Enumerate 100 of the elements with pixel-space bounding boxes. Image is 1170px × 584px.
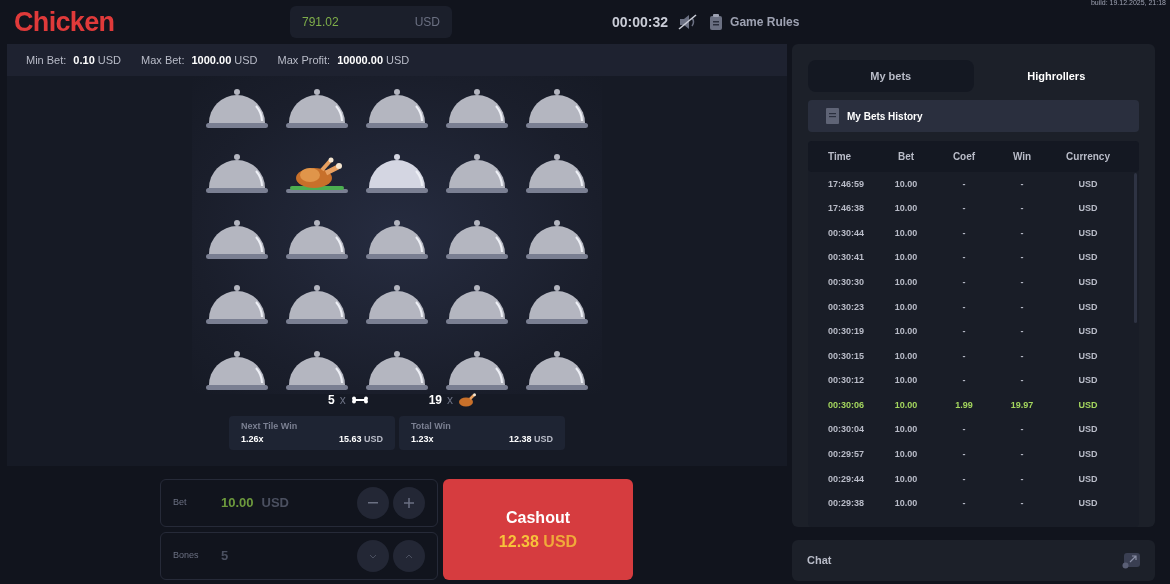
column-header: Currency — [1065, 150, 1111, 164]
plus-icon — [404, 498, 414, 508]
chat-title: Chat — [807, 553, 832, 569]
table-cell-text: - — [961, 349, 967, 363]
cloche-icon[interactable] — [205, 349, 268, 392]
limit-value: 0.10 USD — [73, 52, 122, 68]
sound-muted-icon[interactable] — [678, 14, 699, 30]
table-cell-text: USD — [1077, 472, 1099, 486]
win-coef: 1.23x — [411, 433, 434, 446]
tab[interactable]: Highrollers — [973, 60, 1139, 92]
bones-label: Bones — [173, 549, 200, 563]
table-cell-text: USD — [1077, 374, 1099, 388]
receipt-icon — [826, 108, 839, 124]
balance-amount: 791.02 — [302, 14, 339, 31]
table-cell-text: - — [1019, 226, 1025, 240]
cloche-icon[interactable] — [205, 88, 268, 130]
table-cell-text: 00:30:12 — [827, 374, 866, 388]
cloche-icon[interactable] — [285, 284, 348, 327]
cloche-icon[interactable] — [526, 153, 589, 196]
bet-field[interactable]: Bet 10.00 USD — [160, 479, 438, 527]
limit-label: Min Bet: — [26, 52, 67, 68]
column-header: Time — [827, 150, 853, 164]
table-cell-text: - — [1019, 472, 1025, 486]
table-cell-text: - — [1019, 423, 1025, 437]
cloche-icon[interactable] — [205, 218, 268, 261]
cloche-icon[interactable] — [205, 153, 268, 196]
table-cell-text: USD — [1077, 202, 1099, 216]
bone-icon — [350, 396, 369, 404]
cloche-icon[interactable] — [366, 153, 428, 196]
table-cell-text: 00:30:06 — [827, 398, 866, 412]
cloche-icon[interactable] — [366, 218, 428, 261]
table-cell-text: 10.00 — [893, 349, 919, 363]
history-title: My Bets History — [847, 109, 923, 124]
expand-icon[interactable] — [1122, 552, 1140, 569]
table-cell-text: - — [961, 300, 967, 314]
increase-button[interactable] — [393, 487, 425, 519]
table-cell-text: USD — [1077, 300, 1099, 314]
minus-icon — [368, 502, 378, 504]
table-cell-text: USD — [1077, 177, 1099, 191]
table-cell-text: USD — [1077, 398, 1099, 412]
cashout-button[interactable]: Cashout 12.38 USD — [443, 479, 633, 580]
cloche-icon[interactable] — [526, 349, 589, 392]
table-cell-text: - — [1019, 275, 1025, 289]
table-cell-text: USD — [1077, 226, 1099, 240]
table-cell-text: 1.99 — [954, 398, 974, 412]
win-amount: 15.63 USD — [338, 433, 383, 446]
cloche-icon[interactable] — [526, 284, 589, 327]
cloche-icon[interactable] — [366, 349, 428, 392]
cloche-icon[interactable] — [446, 153, 509, 196]
table-cell-text: 00:30:44 — [827, 226, 866, 240]
cloche-icon[interactable] — [446, 218, 509, 261]
bet-value: 10.00 — [221, 494, 254, 513]
table-cell-text: 10.00 — [893, 202, 919, 216]
table-cell-text: - — [961, 472, 967, 486]
cloche-icon[interactable] — [446, 349, 509, 392]
column-header: Win — [1011, 150, 1033, 164]
table-cell-text: 10.00 — [893, 448, 919, 462]
cloche-icon[interactable] — [285, 218, 348, 261]
table-cell-text: 00:29:38 — [827, 497, 866, 511]
game-rules-link[interactable]: Game Rules — [710, 13, 800, 31]
table-cell-text: - — [1019, 325, 1025, 339]
cloche-icon[interactable] — [285, 88, 348, 130]
table-cell-text: - — [1019, 202, 1025, 216]
bones-value: 5 — [221, 547, 229, 566]
times-sign: x — [339, 392, 346, 409]
table-cell-text: - — [961, 275, 967, 289]
table-cell-text: 00:30:15 — [827, 349, 866, 363]
table-cell-text: USD — [1077, 325, 1099, 339]
count-value: 19 — [428, 392, 442, 409]
table-cell-text: USD — [1077, 251, 1099, 265]
win-amount: 12.38 USD — [508, 433, 553, 446]
limit-value: 10000.00 USD — [337, 52, 410, 68]
table-cell-text: 10.00 — [893, 497, 919, 511]
cloche-icon[interactable] — [205, 284, 268, 327]
cloche-icon[interactable] — [366, 284, 428, 327]
table-cell-text: - — [961, 177, 967, 191]
cloche-icon[interactable] — [285, 349, 348, 392]
cloche-icon[interactable] — [446, 284, 509, 327]
table-cell-text: 00:30:19 — [827, 325, 866, 339]
chat-bar[interactable]: Chat — [792, 540, 1155, 581]
table-cell-text: - — [961, 202, 967, 216]
table-cell-text: 10.00 — [893, 226, 919, 240]
table-cell-text: 10.00 — [893, 251, 919, 265]
table-cell-text: 00:30:23 — [827, 300, 866, 314]
cloche-icon[interactable] — [366, 88, 428, 130]
tab[interactable]: My bets — [808, 60, 974, 92]
table-cell-text: 10.00 — [893, 325, 919, 339]
table-cell-text: 00:29:44 — [827, 472, 866, 486]
cloche-icon[interactable] — [526, 88, 589, 130]
table-cell-text: 00:29:57 — [827, 448, 866, 462]
table-cell-text: USD — [1077, 448, 1099, 462]
table-cell-text: USD — [1077, 497, 1099, 511]
cloche-icon[interactable] — [526, 218, 589, 261]
cloche-icon[interactable] — [446, 88, 509, 130]
bet-currency: USD — [261, 494, 289, 513]
table-cell-text: - — [1019, 497, 1025, 511]
clipboard-icon — [710, 14, 723, 30]
table-cell-text: - — [1019, 349, 1025, 363]
limit-value: 1000.00 USD — [191, 52, 258, 68]
column-header: Bet — [896, 150, 916, 164]
